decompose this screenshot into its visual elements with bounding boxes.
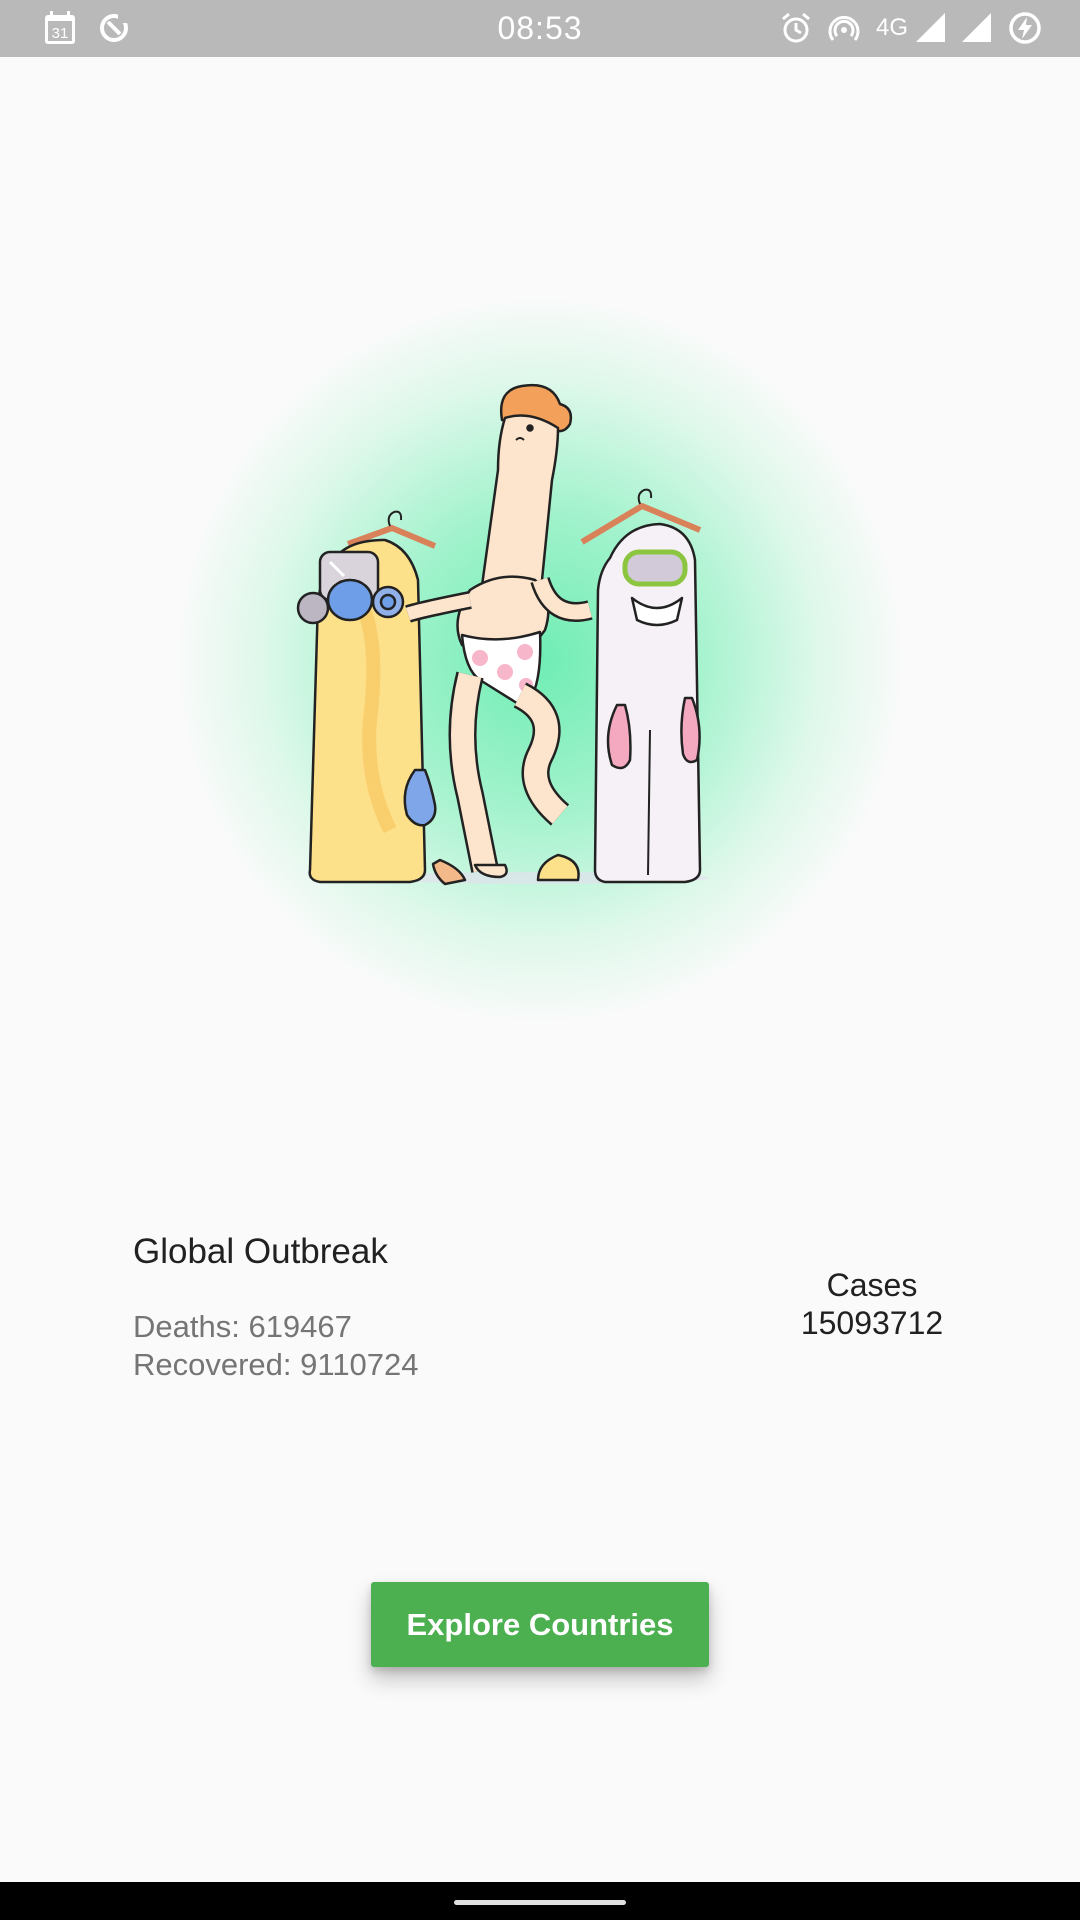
signal-icon — [962, 13, 992, 43]
alarm-icon — [780, 12, 812, 44]
cases-stats: Cases 15093712 — [772, 1266, 972, 1342]
home-indicator[interactable] — [454, 1900, 626, 1905]
deaths-count: Deaths: 619467 — [133, 1309, 352, 1344]
navigation-bar — [0, 1882, 1080, 1920]
network-type-label: 4G — [875, 14, 908, 41]
explore-countries-button[interactable]: Explore Countries — [371, 1582, 709, 1667]
status-bar: 31 08:53 4G — [0, 0, 1080, 57]
app-screen: 31 08:53 4G Global Outbreak Deaths: 6194… — [0, 0, 1080, 1920]
white-hazmat-suit — [580, 488, 702, 884]
global-outbreak-title: Global Outbreak — [133, 1232, 388, 1271]
hero-illustration — [180, 300, 900, 1020]
global-stats: Global Outbreak Deaths: 619467 Recovered… — [133, 1232, 633, 1384]
battery-charging-icon — [1008, 11, 1042, 45]
people-with-protective-suits-illustration — [296, 383, 710, 886]
cases-label: Cases — [826, 1267, 918, 1303]
yellow-hazmat-suit — [296, 510, 467, 886]
recovered-count: Recovered: 9110724 — [133, 1347, 419, 1382]
hotspot-icon — [828, 12, 860, 44]
signal-icon — [916, 13, 946, 43]
status-right-icons: 4G — [780, 11, 1042, 45]
cases-value: 15093712 — [800, 1305, 944, 1341]
